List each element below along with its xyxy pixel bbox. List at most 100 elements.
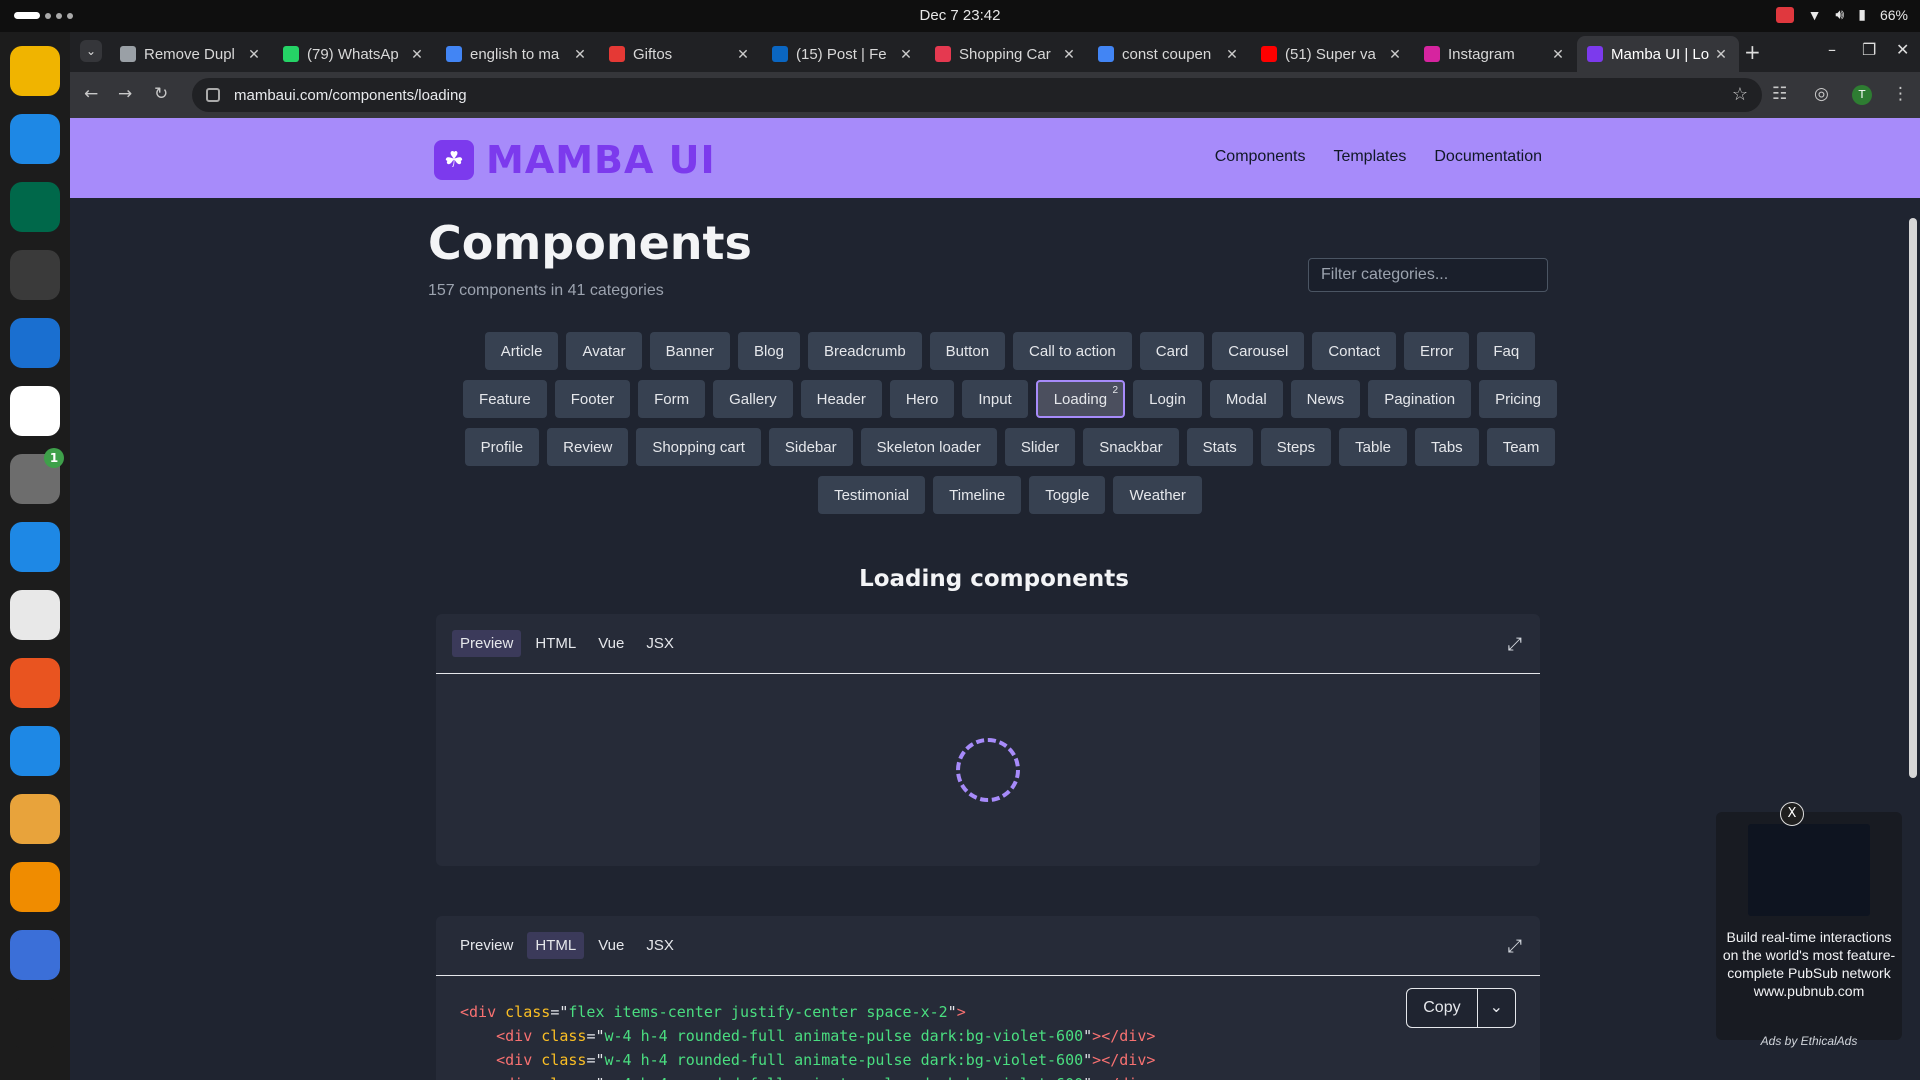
tab-title[interactable]: Remove Dupl (144, 46, 246, 63)
tab-vue[interactable]: Vue (590, 630, 632, 657)
reload-icon[interactable]: ↻ (154, 84, 168, 104)
mongodb-compass-icon[interactable] (10, 182, 60, 232)
category-label[interactable]: Call to action (1029, 343, 1116, 360)
tab-preview[interactable]: Preview (452, 630, 522, 657)
category-hero[interactable]: Hero (889, 380, 955, 418)
category-sidebar[interactable]: Sidebar (768, 428, 853, 466)
category-call-to-action[interactable]: Call to action (1013, 332, 1132, 370)
category-card[interactable]: Card (1139, 332, 1205, 370)
tab-jsx[interactable]: JSX (638, 630, 682, 657)
tab-title[interactable]: Giftos (633, 46, 735, 63)
ubuntu-apps-icon[interactable] (10, 998, 60, 1048)
category-profile[interactable]: Profile (464, 428, 540, 466)
category-pagination[interactable]: Pagination (1368, 380, 1472, 418)
category-label[interactable]: Loading (1054, 391, 1107, 408)
browser-tab[interactable]: Giftos ✕ (599, 36, 761, 72)
todo-icon[interactable] (10, 930, 60, 980)
browser-tab[interactable]: const coupen ✕ (1088, 36, 1250, 72)
category-label[interactable]: Hero (906, 391, 939, 408)
thunderbird-icon[interactable] (10, 318, 60, 368)
copy-label[interactable]: Copy (1407, 989, 1478, 1027)
category-label[interactable]: Shopping cart (652, 439, 745, 456)
category-review[interactable]: Review (547, 428, 629, 466)
tab-close-icon[interactable]: ✕ (1224, 46, 1240, 63)
close-window-icon[interactable]: ✕ (1896, 40, 1909, 59)
category-shopping-cart[interactable]: Shopping cart (636, 428, 761, 466)
category-label[interactable]: Carousel (1228, 343, 1288, 360)
category-feature[interactable]: Feature (463, 380, 547, 418)
tab-search-chevron-icon[interactable]: ⌄ (80, 40, 102, 62)
category-label[interactable]: Error (1420, 343, 1453, 360)
screen-record-icon[interactable] (1775, 6, 1794, 23)
minimize-icon[interactable]: – (1828, 40, 1836, 59)
category-label[interactable]: Banner (666, 343, 714, 360)
writer-icon[interactable] (10, 522, 60, 572)
forward-arrow-icon[interactable]: → (118, 84, 132, 104)
category-testimonial[interactable]: Testimonial (818, 476, 926, 514)
files-icon[interactable]: 1 (10, 448, 64, 504)
category-label[interactable]: Pricing (1495, 391, 1541, 408)
category-modal[interactable]: Modal (1209, 380, 1283, 418)
category-label[interactable]: Table (1355, 439, 1391, 456)
category-label[interactable]: Login (1149, 391, 1186, 408)
vlc-icon[interactable] (10, 862, 60, 912)
category-label[interactable]: Feature (479, 391, 531, 408)
category-form[interactable]: Form (638, 380, 706, 418)
category-faq[interactable]: Faq (1477, 332, 1536, 370)
category-label[interactable]: Snackbar (1099, 439, 1162, 456)
category-login[interactable]: Login (1133, 380, 1202, 418)
terminal-icon[interactable] (10, 250, 60, 300)
url-text[interactable]: mambaui.com/components/loading (234, 87, 467, 104)
category-contact[interactable]: Contact (1312, 332, 1397, 370)
category-snackbar[interactable]: Snackbar (1083, 428, 1179, 466)
category-label[interactable]: Pagination (1384, 391, 1455, 408)
tab-html[interactable]: HTML (527, 932, 585, 959)
ad-text[interactable]: Build real-time interactions on the worl… (1716, 928, 1902, 982)
category-slider[interactable]: Slider (1004, 428, 1076, 466)
category-label[interactable]: News (1307, 391, 1345, 408)
category-button[interactable]: Button (929, 332, 1006, 370)
scrollbar-thumb[interactable] (1909, 218, 1917, 778)
more-menu-icon[interactable]: ⋮ (1892, 84, 1909, 104)
category-skeleton-loader[interactable]: Skeleton loader (860, 428, 997, 466)
browser-tab[interactable]: Mamba UI | Lo ✕ (1577, 36, 1739, 72)
category-label[interactable]: Contact (1328, 343, 1380, 360)
code-block[interactable]: Copy ⌄ <div class="flex items-center jus… (436, 976, 1540, 1080)
category-pricing[interactable]: Pricing (1479, 380, 1557, 418)
bookmark-star-icon[interactable]: ☆ (1732, 84, 1748, 105)
restore-icon[interactable]: ❐ (1862, 40, 1876, 59)
tab-title[interactable]: english to ma (470, 46, 572, 63)
chevron-down-icon[interactable]: ⌄ (1478, 996, 1515, 1020)
category-label[interactable]: Steps (1277, 439, 1315, 456)
category-gallery[interactable]: Gallery (713, 380, 793, 418)
category-news[interactable]: News (1290, 380, 1361, 418)
system-tray[interactable]: ▼ 🔊︎ ▮ 66% (1775, 6, 1908, 23)
category-label[interactable]: Modal (1226, 391, 1267, 408)
category-label[interactable]: Breadcrumb (824, 343, 906, 360)
category-label[interactable]: Profile (481, 439, 524, 456)
profile-avatar[interactable]: T (1852, 85, 1872, 105)
tab-close-icon[interactable]: ✕ (1387, 46, 1403, 63)
tab-title[interactable]: (79) WhatsAp (307, 46, 409, 63)
new-tab-plus-icon[interactable]: + (1744, 40, 1761, 64)
calculator-icon[interactable] (10, 794, 60, 844)
browser-tab[interactable]: english to ma ✕ (436, 36, 598, 72)
tab-title[interactable]: const coupen (1122, 46, 1224, 63)
category-error[interactable]: Error (1404, 332, 1470, 370)
tab-close-icon[interactable]: ✕ (1713, 46, 1729, 63)
tab-close-icon[interactable]: ✕ (1550, 46, 1566, 63)
category-label[interactable]: Stats (1203, 439, 1237, 456)
category-label[interactable]: Skeleton loader (877, 439, 981, 456)
category-banner[interactable]: Banner (649, 332, 730, 370)
tab-title[interactable]: (51) Super va (1285, 46, 1387, 63)
category-label[interactable]: Faq (1493, 343, 1519, 360)
ad-close-button[interactable]: X (1780, 802, 1804, 826)
ethical-ad[interactable]: Build real-time interactions on the worl… (1716, 812, 1902, 1040)
vscode-icon[interactable] (10, 114, 60, 164)
expand-icon[interactable]: ⤢ (1508, 634, 1522, 655)
category-steps[interactable]: Steps (1260, 428, 1332, 466)
tab-jsx[interactable]: JSX (638, 932, 682, 959)
tab-close-icon[interactable]: ✕ (246, 46, 262, 63)
tab-close-icon[interactable]: ✕ (735, 46, 751, 63)
nav-components[interactable]: Components (1215, 148, 1306, 166)
